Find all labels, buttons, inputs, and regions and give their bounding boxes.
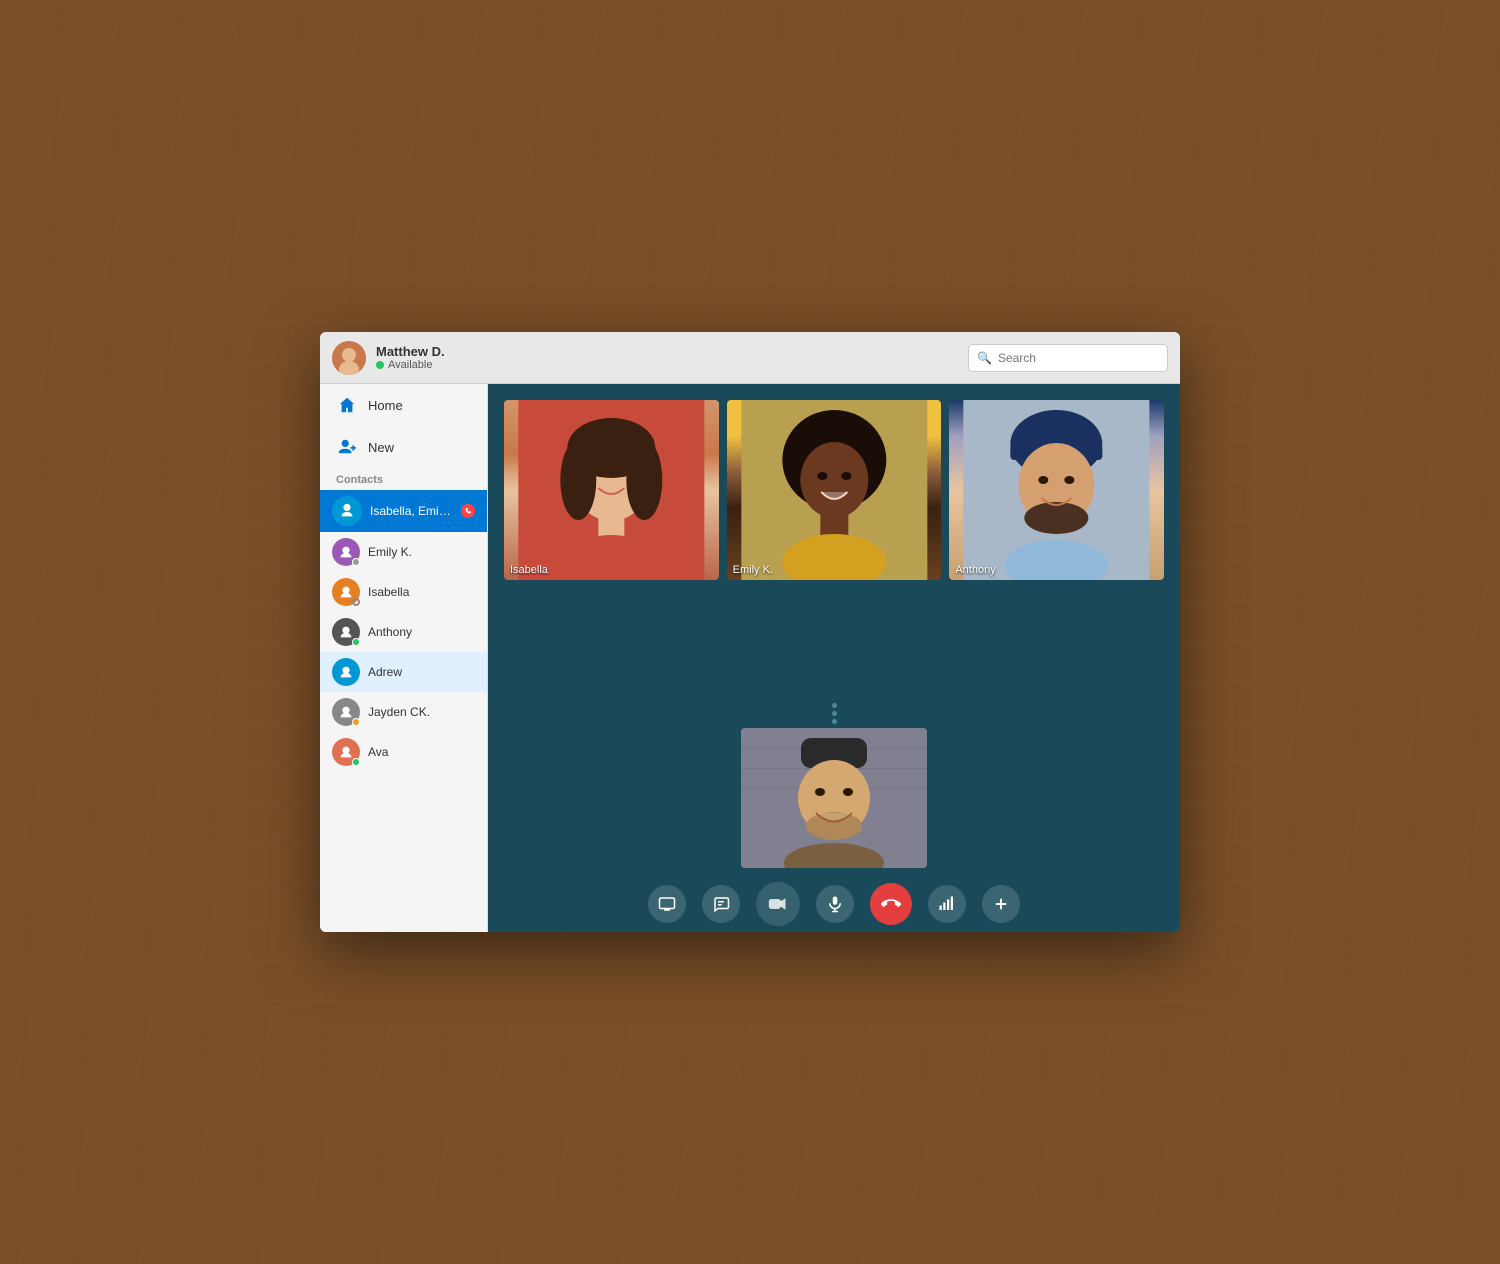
emily-k-status-dot (352, 558, 360, 566)
active-call-item[interactable]: Isabella, Emily K, Anthony (320, 490, 487, 532)
video-name-isabella: Isabella (510, 564, 548, 576)
jayden-avatar-wrap (332, 698, 360, 726)
jayden-name: Jayden CK. (368, 705, 475, 719)
video-grid: Isabella (488, 384, 1180, 699)
video-cell-emily: Emily K. (727, 400, 942, 580)
active-call-avatar-wrap (332, 496, 362, 526)
sidebar: Home New Contacts (320, 384, 488, 932)
contact-item-isabella[interactable]: Isabella (320, 572, 487, 612)
call-icon-active (461, 504, 475, 518)
video-bottom-row (488, 728, 1180, 876)
isabella-avatar-wrap (332, 578, 360, 606)
app-window: Matthew D. Available 🔍 Home (320, 332, 1180, 932)
contacts-label: Contacts (320, 468, 487, 490)
user-info: Matthew D. Available (376, 344, 958, 371)
contact-item-adrew[interactable]: Adrew (320, 652, 487, 692)
anthony-avatar-wrap (332, 618, 360, 646)
home-icon (336, 394, 358, 416)
microphone-button[interactable] (816, 885, 854, 923)
main-content: Home New Contacts (320, 384, 1180, 932)
ava-name: Ava (368, 745, 475, 759)
adrew-avatar (332, 658, 360, 686)
video-feed-anthony (949, 400, 1164, 580)
more-options-button[interactable] (982, 885, 1020, 923)
emily-k-name: Emily K. (368, 545, 475, 559)
nav-item-home[interactable]: Home (320, 384, 487, 426)
nav-item-new[interactable]: New (320, 426, 487, 468)
nav-new-label: New (368, 440, 394, 455)
isabella-name: Isabella (368, 585, 475, 599)
center-dots (488, 699, 1180, 728)
ava-avatar-wrap (332, 738, 360, 766)
contact-item-anthony[interactable]: Anthony (320, 612, 487, 652)
screen-share-button[interactable] (648, 885, 686, 923)
call-controls (488, 876, 1180, 932)
adrew-avatar-wrap (332, 658, 360, 686)
title-bar: Matthew D. Available 🔍 (320, 332, 1180, 384)
user-status: Available (376, 359, 958, 371)
active-call-name: Isabella, Emily K, Anthony (370, 504, 453, 518)
anthony-status-dot (352, 638, 360, 646)
dot-2 (832, 711, 837, 716)
jayden-status-dot (352, 718, 360, 726)
video-name-emily: Emily K. (733, 564, 773, 576)
video-cell-isabella: Isabella (504, 400, 719, 580)
end-call-button[interactable] (870, 883, 912, 925)
adrew-name: Adrew (368, 665, 475, 679)
video-feed-emily (727, 400, 942, 580)
contact-item-emily-k[interactable]: Emily K. (320, 532, 487, 572)
search-input[interactable] (998, 351, 1159, 365)
isabella-status-dot (352, 598, 360, 606)
video-cell-fourth (741, 728, 927, 868)
nav-home-label: Home (368, 398, 403, 413)
avatar (332, 341, 366, 375)
video-cell-anthony: Anthony (949, 400, 1164, 580)
search-icon: 🔍 (977, 351, 992, 365)
contact-item-jayden[interactable]: Jayden CK. (320, 692, 487, 732)
user-name: Matthew D. (376, 344, 958, 359)
volume-button[interactable] (928, 885, 966, 923)
video-area: Isabella (488, 384, 1180, 932)
dot-3 (832, 719, 837, 724)
emily-k-avatar-wrap (332, 538, 360, 566)
status-dot (376, 361, 384, 369)
contact-item-ava[interactable]: Ava (320, 732, 487, 772)
video-name-anthony: Anthony (955, 564, 995, 576)
video-feed-fourth (741, 728, 927, 868)
video-feed-isabella (504, 400, 719, 580)
search-bar[interactable]: 🔍 (968, 344, 1168, 372)
person-add-icon (336, 436, 358, 458)
anthony-name: Anthony (368, 625, 475, 639)
ava-status-dot (352, 758, 360, 766)
dot-1 (832, 703, 837, 708)
camera-button[interactable] (756, 882, 800, 926)
active-call-avatar (332, 496, 362, 526)
chat-button[interactable] (702, 885, 740, 923)
